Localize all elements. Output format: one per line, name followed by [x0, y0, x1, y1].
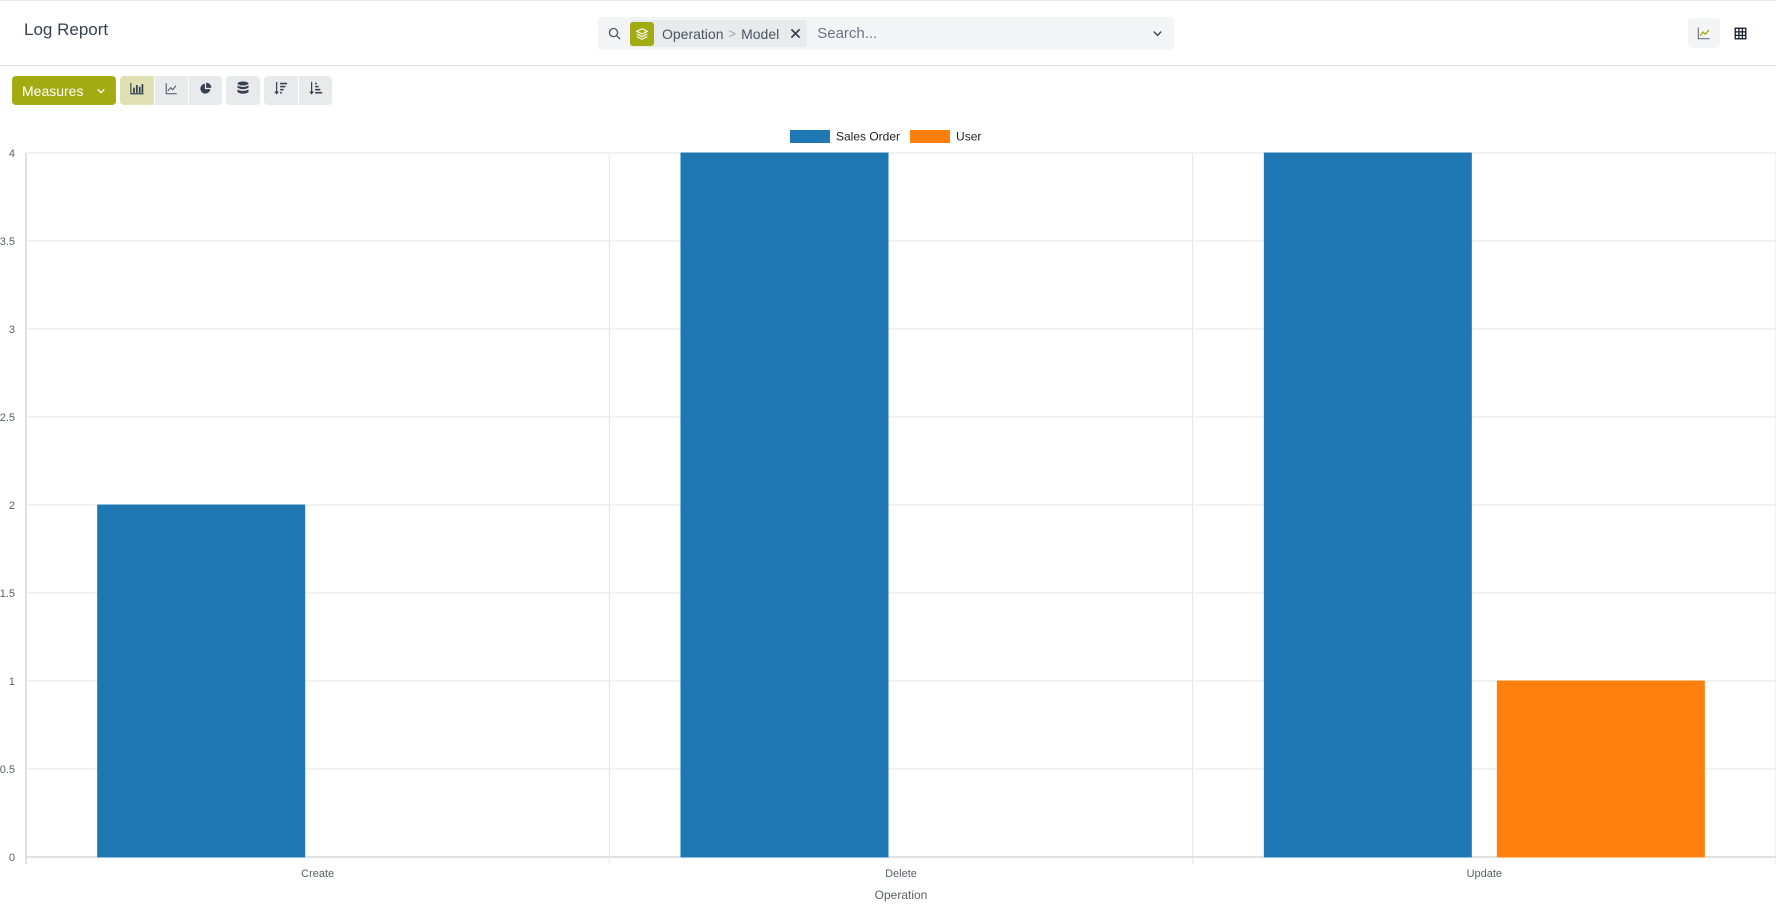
pie-chart-icon — [199, 82, 212, 100]
bar-create-sales-order — [97, 504, 306, 858]
bar-update-user — [1496, 680, 1705, 858]
chart-legend: Sales Order User — [790, 130, 981, 144]
sort-group — [264, 76, 332, 105]
line-chart-button[interactable] — [154, 76, 188, 105]
control-panel: Log Report Operation > Model — [0, 0, 1776, 66]
close-icon[interactable] — [789, 28, 801, 40]
search-icon[interactable] — [600, 17, 628, 50]
facet-field: Operation — [662, 25, 724, 42]
bar-chart-icon — [130, 82, 144, 100]
y-tick-label: 3 — [9, 324, 15, 336]
chart-type-group — [120, 76, 222, 105]
facet-value: Model — [741, 25, 780, 42]
chevron-down-icon — [96, 83, 106, 99]
search-bar[interactable]: Operation > Model — [598, 17, 1174, 50]
chevron-down-icon[interactable] — [1140, 17, 1174, 50]
measures-button[interactable]: Measures — [12, 76, 116, 105]
y-tick-label: 1 — [9, 676, 15, 688]
y-tick-label: 2 — [9, 500, 15, 512]
table-icon[interactable] — [1724, 18, 1756, 48]
pie-chart-button[interactable] — [188, 76, 222, 105]
search-input[interactable] — [807, 17, 1140, 50]
y-tick-label: 3.5 — [0, 236, 15, 248]
layers-icon — [630, 21, 654, 46]
legend-label: User — [956, 130, 981, 144]
sort-descending-icon — [274, 81, 288, 100]
line-chart-icon — [165, 82, 178, 100]
legend-label: Sales Order — [836, 130, 900, 144]
bar-update-sales-order — [1263, 152, 1472, 858]
sort-ascending-button[interactable] — [298, 76, 332, 105]
page-title: Log Report — [24, 20, 109, 39]
legend-swatch — [790, 130, 830, 143]
y-tick-label: 0 — [9, 852, 15, 864]
sort-descending-button[interactable] — [264, 76, 298, 105]
line-chart-icon[interactable] — [1688, 18, 1720, 48]
bar-delete-sales-order — [680, 152, 889, 858]
y-tick-label: 1.5 — [0, 588, 15, 600]
x-tick-label: Delete — [885, 868, 917, 880]
graph-toolbar: Measures — [12, 76, 332, 105]
y-tick-label: 2.5 — [0, 412, 15, 424]
stacked-group — [226, 76, 260, 105]
database-icon — [237, 81, 249, 100]
measures-label: Measures — [22, 82, 84, 99]
x-axis-title: Operation — [875, 888, 928, 902]
sort-ascending-icon — [308, 81, 323, 100]
legend-swatch — [910, 130, 951, 143]
facet-separator: > — [728, 26, 737, 41]
search-facet[interactable]: Operation > Model — [630, 20, 808, 47]
bar-chart-button[interactable] — [120, 76, 154, 105]
stacked-button[interactable] — [226, 76, 260, 105]
y-tick-label: 4 — [9, 148, 15, 160]
x-tick-label: Update — [1467, 868, 1502, 880]
y-tick-label: 0.5 — [0, 764, 15, 776]
bar-chart: Sales Order User 0 0.5 1 1.5 2 2.5 3 3.5 4 Create D… — [0, 130, 1776, 902]
x-tick-label: Create — [301, 868, 334, 880]
